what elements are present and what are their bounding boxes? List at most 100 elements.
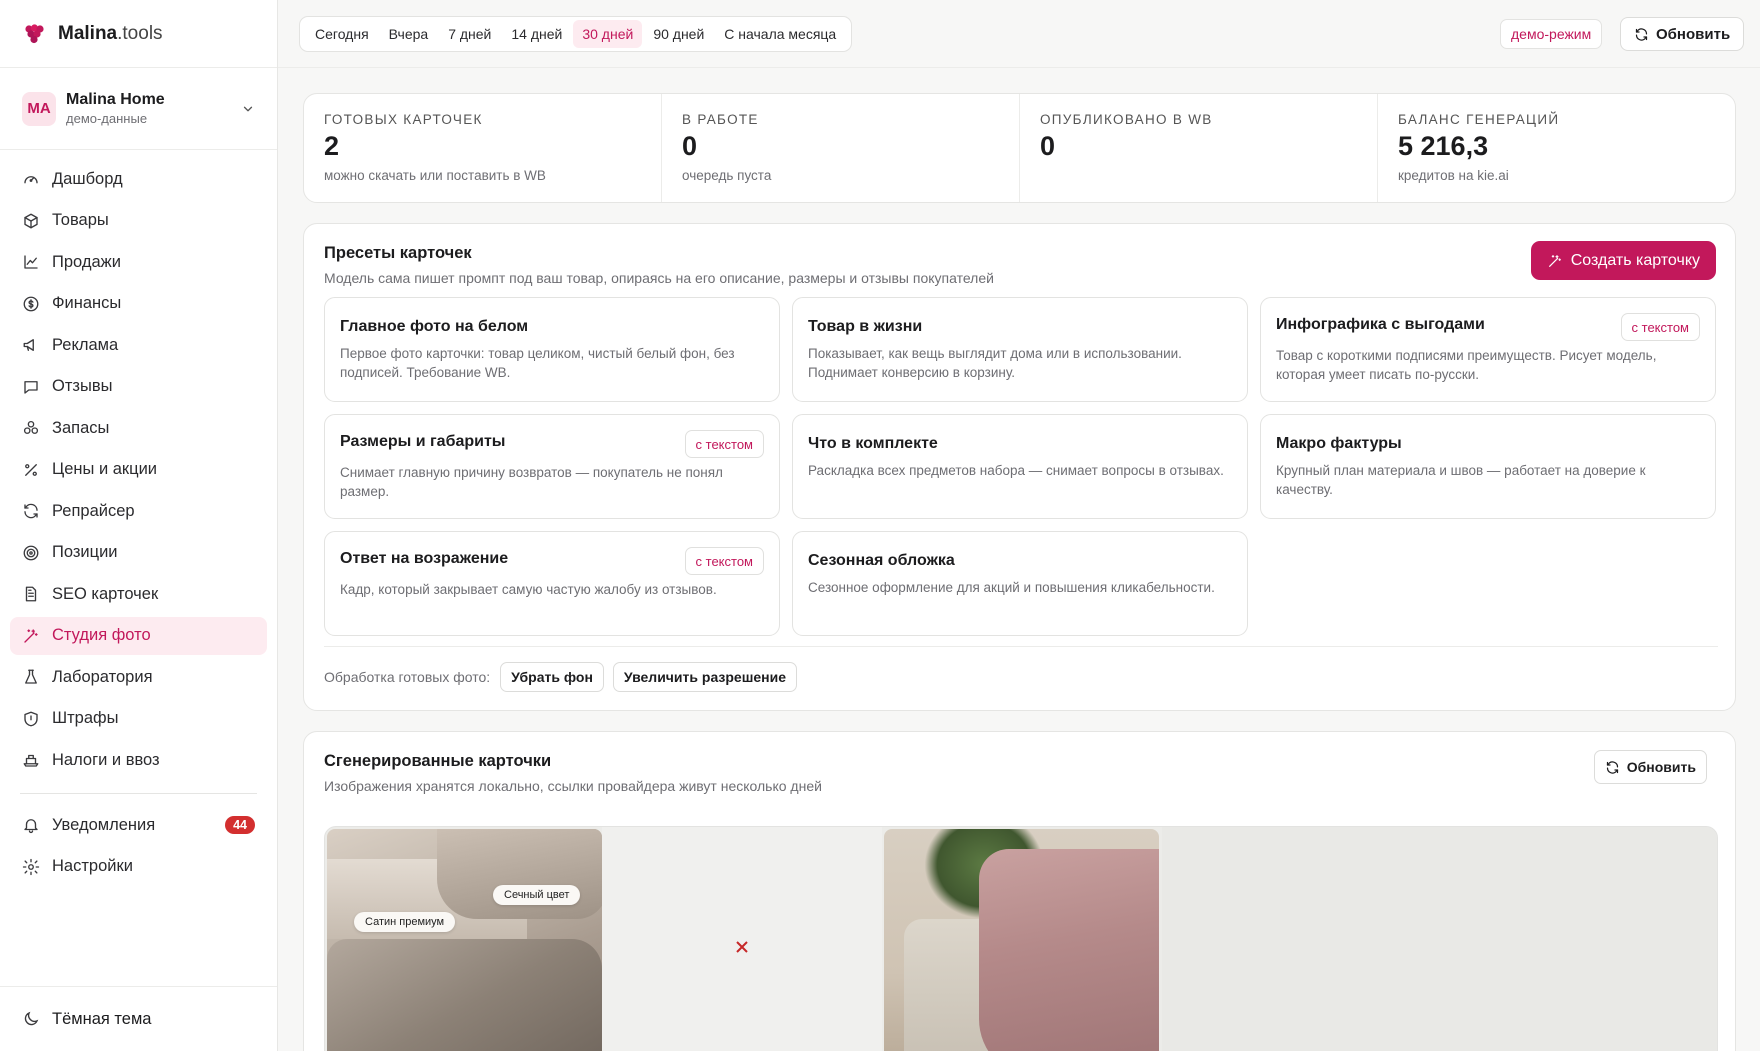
- period-90-days[interactable]: 90 дней: [644, 20, 713, 48]
- with-text-tag: с текстом: [1620, 313, 1700, 341]
- box-icon: [24, 213, 38, 228]
- theme-toggle-label: Тёмная тема: [52, 1009, 152, 1028]
- upscale-button[interactable]: Увеличить разрешение: [612, 662, 798, 692]
- stat-subtitle: очередь пуста: [682, 168, 772, 183]
- sidebar-item-settings[interactable]: Настройки: [10, 848, 267, 886]
- sidebar-item-stock[interactable]: Запасы: [10, 409, 267, 447]
- preset-description: Кадр, который закрывает самую частую жал…: [340, 582, 717, 597]
- sidebar-item-label: Реклама: [52, 335, 119, 354]
- preset-description: Сезонное оформление для акций и повышени…: [808, 580, 1215, 595]
- pillow-shape: [437, 829, 602, 919]
- sidebar-item-reviews[interactable]: Отзывы: [10, 368, 267, 406]
- preset-card-dimensions[interactable]: Размеры и габариты с текстом Снимает гла…: [324, 414, 780, 519]
- generated-refresh-button[interactable]: Обновить: [1593, 750, 1707, 784]
- boxes-icon: [23, 420, 39, 434]
- period-selector: Сегодня Вчера 7 дней 14 дней 30 дней 90 …: [299, 16, 853, 52]
- create-card-label: Создать карточку: [1570, 251, 1700, 269]
- preset-card-lifestyle[interactable]: Товар в жизни Показывает, как вещь выгля…: [792, 297, 1248, 402]
- period-30-days[interactable]: 30 дней: [573, 20, 643, 48]
- brand[interactable]: Malina.tools: [0, 0, 277, 68]
- period-7-days[interactable]: 7 дней: [439, 20, 500, 48]
- generated-refresh-label: Обновить: [1626, 759, 1696, 775]
- presets-title: Пресеты карточек: [324, 244, 472, 262]
- sidebar-item-label: Штрафы: [52, 709, 119, 727]
- document-icon: [25, 586, 37, 602]
- thumbnail-label-chip: Сатин премиум: [354, 912, 456, 932]
- preset-card-seasonal[interactable]: Сезонная обложка Сезонное оформление для…: [792, 531, 1248, 636]
- sidebar-item-label: Репрайсер: [52, 501, 135, 520]
- presets-panel: Пресеты карточек Модель сама пишет промп…: [303, 223, 1736, 711]
- preset-card-macro[interactable]: Макро фактуры Крупный план материала и ш…: [1260, 414, 1716, 519]
- sidebar-item-notifications[interactable]: Уведомления 44: [10, 806, 267, 844]
- sidebar-item-seo[interactable]: SEO карточек: [10, 575, 267, 613]
- sidebar-item-label: Студия фото: [52, 626, 151, 644]
- remove-background-button[interactable]: Убрать фон: [500, 662, 604, 692]
- preset-title: Товар в жизни: [808, 318, 923, 335]
- sidebar-item-sales[interactable]: Продажи: [10, 243, 267, 281]
- sidebar-item-finance[interactable]: Финансы: [10, 285, 267, 323]
- sidebar-item-ads[interactable]: Реклама: [10, 326, 267, 364]
- preset-card-white-background[interactable]: Главное фото на белом Первое фото карточ…: [324, 297, 780, 402]
- sidebar-item-taxes[interactable]: Налоги и ввоз: [10, 741, 267, 779]
- shield-icon: [24, 711, 38, 726]
- demo-mode-badge: демо-режим: [1500, 19, 1603, 49]
- stat-label: Опубликовано в WB: [1040, 112, 1213, 127]
- preset-card-infographic[interactable]: Инфографика с выгодами с текстом Товар с…: [1260, 297, 1716, 402]
- ship-icon: [23, 754, 39, 767]
- period-month-to-date[interactable]: С начала месяца: [715, 20, 845, 48]
- sidebar-item-label: Налоги и ввоз: [52, 750, 160, 769]
- refresh-button-label: Обновить: [1656, 25, 1731, 43]
- period-today[interactable]: Сегодня: [306, 20, 378, 48]
- preset-card-contents[interactable]: Что в комплекте Раскладка всех предметов…: [792, 414, 1248, 519]
- percent-icon: [25, 463, 37, 476]
- generated-title: Сгенерированные карточки: [324, 752, 552, 770]
- moon-icon: [24, 1011, 39, 1026]
- stat-in-progress: В работе 0 очередь пуста: [662, 94, 1020, 202]
- bell-icon: [24, 819, 38, 834]
- preset-title: Макро фактуры: [1276, 435, 1402, 452]
- refresh-icon: [1606, 760, 1618, 774]
- sidebar-item-fines[interactable]: Штрафы: [10, 700, 267, 738]
- stats-row: Готовых карточек 2 можно скачать или пос…: [303, 93, 1736, 203]
- stat-label: В работе: [682, 112, 759, 127]
- stat-label: Баланс генераций: [1398, 112, 1560, 127]
- notification-count-badge: 44: [225, 816, 255, 834]
- sidebar-item-laboratory[interactable]: Лаборатория: [10, 658, 267, 696]
- stat-value: 5 216,3: [1398, 131, 1489, 161]
- period-yesterday[interactable]: Вчера: [380, 20, 438, 48]
- sidebar-item-label: Дашборд: [52, 169, 123, 188]
- message-icon: [24, 380, 38, 394]
- chevron-down-icon: [243, 106, 253, 111]
- stat-subtitle: кредитов на kie.ai: [1398, 168, 1509, 183]
- coin-icon: [23, 296, 39, 311]
- refresh-button[interactable]: Обновить: [1620, 17, 1745, 51]
- sidebar-item-label: Позиции: [52, 543, 118, 561]
- sidebar-item-positions[interactable]: Позиции: [10, 534, 267, 572]
- preset-description: Показывает, как вещь выглядит дома или в…: [808, 346, 1182, 380]
- thumbnail-label-chip: Сечный цвет: [493, 885, 581, 905]
- sidebar-item-products[interactable]: Товары: [10, 202, 267, 240]
- sidebar-item-photo-studio[interactable]: Студия фото: [10, 616, 267, 655]
- sidebar-item-repricer[interactable]: Репрайсер: [10, 492, 267, 530]
- sidebar: Malina.tools MA Malina Home демо-данные …: [0, 0, 278, 1051]
- generated-card-thumbnail[interactable]: Сечный цвет Сатин премиум: [327, 829, 602, 1051]
- failed-card-slot[interactable]: [602, 827, 882, 1051]
- theme-toggle[interactable]: Тёмная тема: [0, 986, 277, 1051]
- store-switcher[interactable]: MA Malina Home демо-данные: [0, 68, 277, 150]
- satin-sheet-shape: [327, 939, 602, 1051]
- preset-card-objection[interactable]: Ответ на возражение с текстом Кадр, кото…: [324, 531, 780, 636]
- sidebar-item-dashboard[interactable]: Дашборд: [10, 160, 267, 198]
- wand-icon: [1548, 254, 1561, 267]
- generated-card-thumbnail[interactable]: [884, 829, 1159, 1051]
- sidebar-item-label: Настройки: [52, 857, 133, 875]
- sidebar-item-prices[interactable]: Цены и акции: [10, 451, 267, 489]
- create-card-button[interactable]: Создать карточку: [1530, 241, 1716, 280]
- stat-generation-balance: Баланс генераций 5 216,3 кредитов на kie…: [1378, 94, 1735, 202]
- sidebar-item-label: Уведомления: [52, 815, 156, 834]
- stat-ready-cards: Готовых карточек 2 можно скачать или пос…: [304, 94, 662, 202]
- avatar: MA: [22, 91, 56, 126]
- raspberry-logo-icon: [25, 23, 44, 43]
- stat-label: Готовых карточек: [324, 112, 483, 127]
- period-14-days[interactable]: 14 дней: [502, 20, 571, 48]
- stat-value: 0: [1040, 131, 1056, 161]
